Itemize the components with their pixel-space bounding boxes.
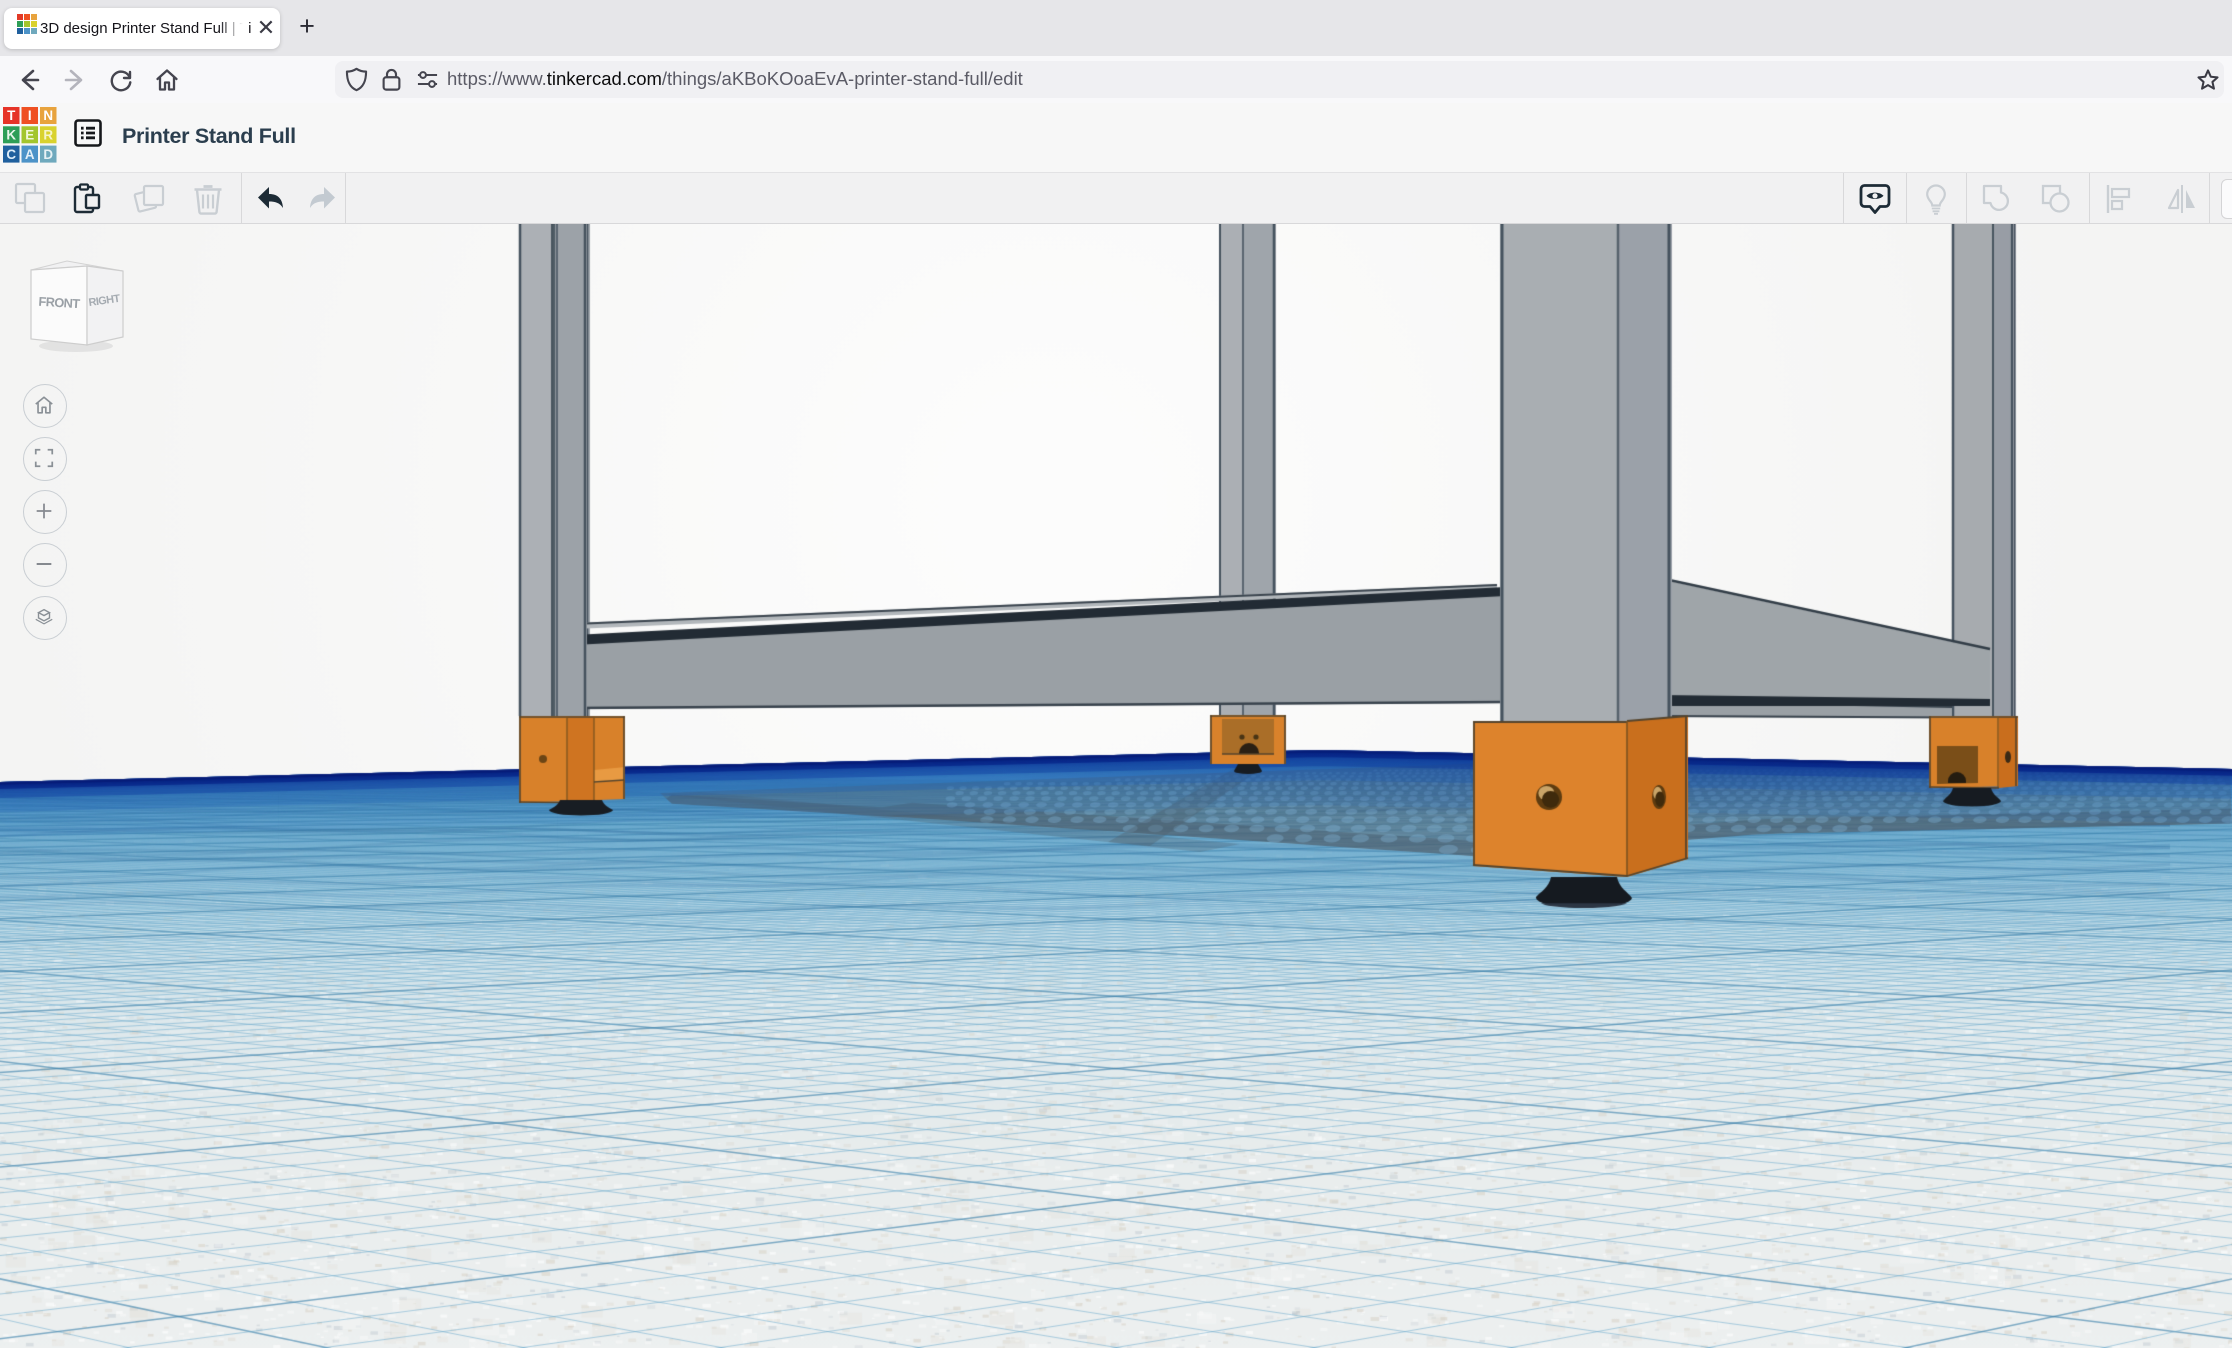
svg-text:C: C [6, 147, 16, 162]
svg-text:A: A [25, 147, 35, 162]
svg-text:D: D [43, 147, 53, 162]
svg-text:T: T [7, 108, 16, 123]
svg-text:FRONT: FRONT [38, 294, 81, 312]
svg-text:R: R [43, 128, 53, 143]
svg-text:N: N [43, 108, 53, 123]
svg-text:K: K [6, 128, 16, 143]
svg-text:E: E [25, 128, 34, 143]
svg-text:I: I [28, 108, 32, 123]
